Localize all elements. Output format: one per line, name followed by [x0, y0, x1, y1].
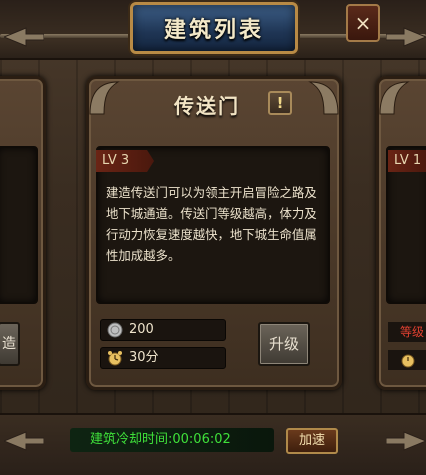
- clock-icon: [401, 354, 415, 368]
- clock-icon: [108, 351, 122, 366]
- cost-stat: 200: [100, 319, 226, 341]
- close-button[interactable]: ×: [346, 4, 380, 42]
- cooldown-timer: 建筑冷却时间:00:06:02: [70, 428, 274, 452]
- info-button[interactable]: !: [268, 91, 292, 115]
- left-card-button-label: 造: [2, 336, 16, 352]
- game-screen: 建筑列表 × 造 传送门 ! LV 3 建造传送门可以为领主开启冒险之路及地下城…: [0, 0, 426, 475]
- corner-ornament-icon: [308, 81, 339, 115]
- time-stat: 30分: [100, 347, 226, 369]
- left-card-panel: [0, 146, 38, 304]
- level-badge: LV 3: [96, 150, 154, 172]
- left-card-button[interactable]: 造: [0, 322, 20, 366]
- page-title: 建筑列表: [163, 18, 264, 43]
- building-name: 传送门: [174, 94, 240, 118]
- right-level-badge: LV 1: [388, 150, 426, 172]
- title-plate: 建筑列表: [130, 2, 298, 54]
- right-time-stat: [388, 350, 426, 370]
- close-icon: ×: [354, 11, 372, 35]
- exclamation-icon: !: [276, 94, 284, 112]
- silver-coin-icon: [107, 322, 123, 338]
- upgrade-button[interactable]: 升级: [258, 322, 310, 366]
- corner-ornament-icon: [379, 81, 410, 115]
- building-description: 建造传送门可以为领主开启冒险之路及地下城通道。传送门等级越高，体力及行动力恢复速…: [106, 185, 317, 263]
- right-requirement-text: 等级: [388, 322, 426, 342]
- cost-value: 200: [129, 322, 154, 337]
- speedup-button[interactable]: 加速: [286, 428, 338, 454]
- arrow-ornament-icon: [386, 27, 426, 47]
- corner-ornament-icon: [89, 81, 120, 115]
- arrow-ornament-icon: [386, 431, 426, 451]
- arrow-ornament-icon: [4, 431, 44, 451]
- arrow-ornament-icon: [4, 27, 44, 47]
- time-value: 30分: [129, 350, 159, 365]
